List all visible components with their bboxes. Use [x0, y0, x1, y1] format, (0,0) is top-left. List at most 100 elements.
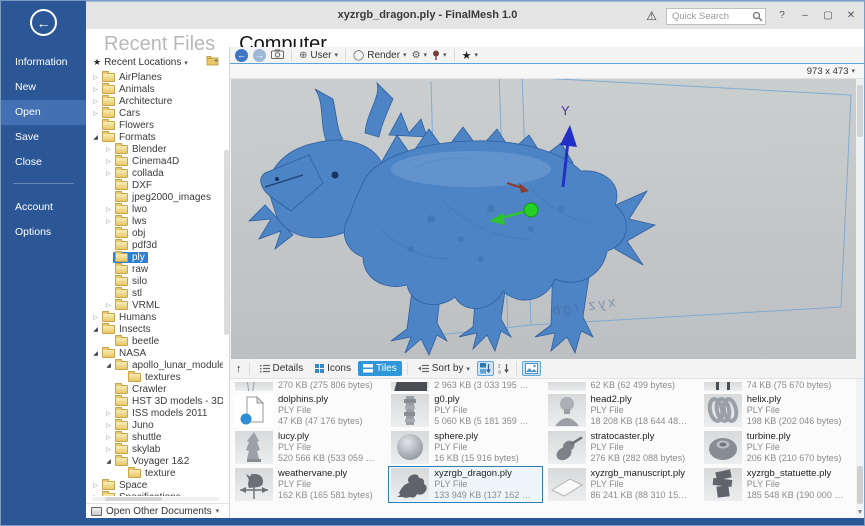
sort-descending-button[interactable]: za	[496, 362, 511, 375]
back-button[interactable]: ←	[30, 9, 57, 36]
tree-expanded-arrow-icon[interactable]: ◢	[91, 326, 100, 333]
file-tile-g0-ply[interactable]: g0.plyPLY File5 060 KB (5 181 359 …	[388, 392, 542, 429]
files-scrollbar[interactable]: ▼	[856, 379, 864, 518]
screenshot-icon[interactable]	[271, 49, 284, 62]
tree-collapsed-arrow-icon[interactable]: ▷	[91, 494, 100, 497]
open-other-documents-button[interactable]: Open Other Documents	[106, 506, 212, 517]
tree-item-skylab[interactable]: ▷skylab	[86, 443, 223, 455]
tree-item-textures[interactable]: textures	[86, 371, 223, 383]
tree-collapsed-arrow-icon[interactable]: ▷	[91, 74, 100, 81]
file-tile-helix-ply[interactable]: helix.plyPLY File198 KB (202 046 bytes)	[701, 392, 855, 429]
tree-collapsed-arrow-icon[interactable]: ▷	[91, 86, 100, 93]
tree-item-raw[interactable]: raw	[86, 263, 223, 275]
backstage-item-save[interactable]: Save	[1, 125, 86, 150]
file-tile-xyzrgb-manuscript-ply[interactable]: xyzrgb_manuscript.plyPLY File86 241 KB (…	[545, 466, 699, 503]
tree-collapsed-arrow-icon[interactable]: ▷	[104, 206, 113, 213]
backstage-item-information[interactable]: Information	[1, 50, 86, 75]
back-navigation-icon[interactable]: ←	[235, 49, 248, 62]
tree-item-juno[interactable]: ▷Juno	[86, 419, 223, 431]
tree-item-flowers[interactable]: Flowers	[86, 119, 223, 131]
caret-down-icon[interactable]: ▾	[216, 507, 220, 515]
viewport-scrollbar[interactable]	[856, 79, 864, 359]
tree-item-ply[interactable]: ply	[86, 251, 223, 263]
tab-recent-files[interactable]: Recent Files	[104, 34, 215, 54]
tree-item-airplanes[interactable]: ▷AirPlanes	[86, 71, 223, 83]
tree-collapsed-arrow-icon[interactable]: ▷	[91, 110, 100, 117]
light-dropdown[interactable]: ▾	[432, 50, 447, 61]
quick-search-input[interactable]	[666, 8, 766, 25]
tree-item-collada[interactable]: ▷collada	[86, 167, 223, 179]
file-tile-partial[interactable]: 2 963 KB (3 033 195 …	[388, 379, 542, 392]
tree-item-pdf3d[interactable]: pdf3d	[86, 239, 223, 251]
tree-item-nasa[interactable]: ◢NASA	[86, 347, 223, 359]
tree-item-stl[interactable]: stl	[86, 287, 223, 299]
file-tile-xyzrgb-dragon-ply[interactable]: xyzrgb_dragon.plyPLY File133 949 KB (137…	[388, 466, 542, 503]
tree-item-cinema4d[interactable]: ▷Cinema4D	[86, 155, 223, 167]
file-tile-lucy-ply[interactable]: lucy.plyPLY File520 566 KB (533 059 …	[232, 429, 386, 466]
favorites-dropdown[interactable]: ★ ▾	[462, 49, 478, 62]
tree-item-obj[interactable]: obj	[86, 227, 223, 239]
sort-ascending-button[interactable]	[477, 361, 494, 376]
user-view-dropdown[interactable]: ⊕ User ▾	[299, 50, 338, 61]
tree-expanded-arrow-icon[interactable]: ◢	[91, 350, 100, 357]
tree-item-architecture[interactable]: ▷Architecture	[86, 95, 223, 107]
tree-item-iss-models-2011[interactable]: ▷ISS models 2011	[86, 407, 223, 419]
file-tile-stratocaster-ply[interactable]: stratocaster.plyPLY File276 KB (282 088 …	[545, 429, 699, 466]
caret-down-icon[interactable]: ▾	[851, 67, 855, 75]
file-tile-partial[interactable]: 270 KB (275 806 bytes)	[232, 379, 386, 392]
tree-item-lws[interactable]: ▷lws	[86, 215, 223, 227]
tree-item-voyager-1-2[interactable]: ◢Voyager 1&2	[86, 455, 223, 467]
tree-item-hst-3d-models-3d[interactable]: HST 3D models - 3D...	[86, 395, 223, 407]
tree-item-silo[interactable]: silo	[86, 275, 223, 287]
render-dropdown[interactable]: ◯ Render ▾	[353, 50, 407, 61]
tree-item-insects[interactable]: ◢Insects	[86, 323, 223, 335]
tree-vertical-scrollbar[interactable]	[224, 150, 229, 335]
tree-collapsed-arrow-icon[interactable]: ▷	[91, 482, 100, 489]
tree-item-shuttle[interactable]: ▷shuttle	[86, 431, 223, 443]
minimize-button[interactable]: –	[798, 10, 812, 21]
tree-collapsed-arrow-icon[interactable]: ▷	[104, 158, 113, 165]
backstage-item-close[interactable]: Close	[1, 150, 86, 175]
up-folder-icon[interactable]: ↑	[234, 362, 244, 376]
tree-item-blender[interactable]: ▷Blender	[86, 143, 223, 155]
tree-collapsed-arrow-icon[interactable]: ▷	[104, 218, 113, 225]
search-icon[interactable]	[752, 9, 763, 27]
maximize-button[interactable]: ▢	[821, 10, 835, 21]
tree-expanded-arrow-icon[interactable]: ◢	[104, 458, 113, 465]
file-tile-head2-ply[interactable]: head2.plyPLY File18 208 KB (18 644 48…	[545, 392, 699, 429]
tree-collapsed-arrow-icon[interactable]: ▷	[104, 434, 113, 441]
file-tile-partial[interactable]: 74 KB (75 670 bytes)	[701, 379, 855, 392]
backstage-item-options[interactable]: Options	[1, 220, 86, 245]
tree-collapsed-arrow-icon[interactable]: ▷	[91, 314, 100, 321]
file-tile-sphere-ply[interactable]: sphere.plyPLY File16 KB (15 916 bytes)	[388, 429, 542, 466]
view-details-button[interactable]: Details	[255, 361, 309, 376]
settings-dropdown[interactable]: ⚙ ▾	[412, 50, 427, 61]
3d-viewport[interactable]: Y xyz rgb	[231, 79, 856, 359]
backstage-item-account[interactable]: Account	[1, 195, 86, 220]
view-tiles-button[interactable]: Tiles	[358, 361, 402, 376]
tree-item-crawler[interactable]: Crawler	[86, 383, 223, 395]
caret-down-icon[interactable]: ▾	[184, 59, 188, 67]
tree-item-humans[interactable]: ▷Humans	[86, 311, 223, 323]
forward-navigation-icon[interactable]: →	[253, 49, 266, 62]
tree-item-formats[interactable]: ◢Formats	[86, 131, 223, 143]
tree-item-apollo-lunar-module[interactable]: ◢apollo_lunar_module	[86, 359, 223, 371]
file-tile-weathervane-ply[interactable]: weathervane.plyPLY File162 KB (165 581 b…	[232, 466, 386, 503]
backstage-item-open[interactable]: Open	[1, 100, 86, 125]
file-tile-dolphins-ply[interactable]: dolphins.plyPLY File47 KB (47 176 bytes)	[232, 392, 386, 429]
tree-expanded-arrow-icon[interactable]: ◢	[104, 362, 113, 369]
tree-item-texture[interactable]: texture	[86, 467, 223, 479]
recent-locations-button[interactable]: Recent Locations	[104, 57, 181, 68]
tree-collapsed-arrow-icon[interactable]: ▷	[104, 170, 113, 177]
sort-by-dropdown[interactable]: Sort by ▾	[413, 361, 475, 376]
preview-thumbnails-button[interactable]	[522, 361, 541, 376]
tree-collapsed-arrow-icon[interactable]: ▷	[104, 410, 113, 417]
tree-item-animals[interactable]: ▷Animals	[86, 83, 223, 95]
tree-item-space[interactable]: ▷Space	[86, 479, 223, 491]
file-tile-partial[interactable]: 62 KB (62 499 bytes)	[545, 379, 699, 392]
file-tile-xyzrgb-statuette-ply[interactable]: xyzrgb_statuette.plyPLY File185 548 KB (…	[701, 466, 855, 503]
tree-expanded-arrow-icon[interactable]: ◢	[91, 134, 100, 141]
tree-item-cars[interactable]: ▷Cars	[86, 107, 223, 119]
tree-item-jpeg2000-images[interactable]: jpeg2000_images	[86, 191, 223, 203]
add-favorite-folder-icon[interactable]: +	[206, 56, 219, 69]
